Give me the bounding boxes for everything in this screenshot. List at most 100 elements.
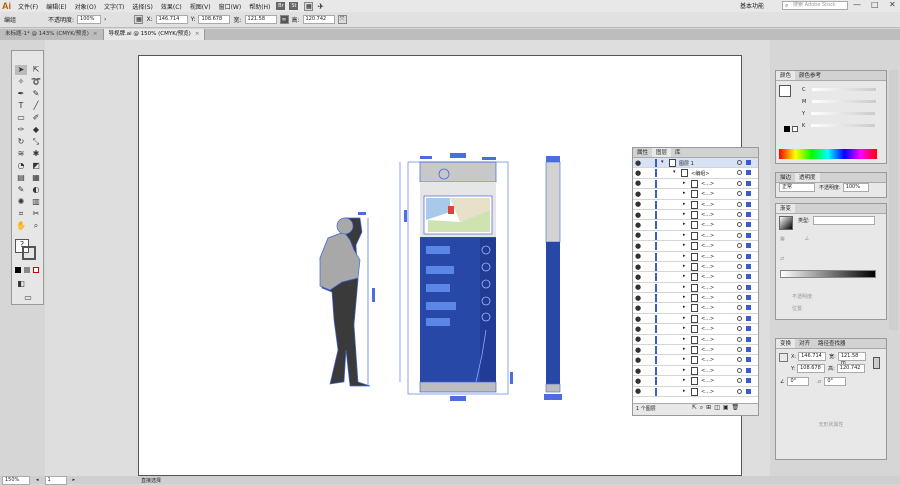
visibility-eye-icon[interactable]: ● bbox=[633, 169, 643, 177]
layer-name[interactable]: <...> bbox=[701, 191, 714, 197]
target-circle-icon[interactable] bbox=[737, 201, 742, 207]
disclosure-triangle-icon[interactable]: ▸ bbox=[683, 315, 686, 321]
target-circle-icon[interactable] bbox=[737, 253, 742, 259]
target-circle-icon[interactable] bbox=[737, 295, 742, 301]
tab-signage[interactable]: 导视牌.ai @ 150% (CMYK/预览) × bbox=[103, 29, 206, 40]
opacity-field[interactable]: 100% bbox=[77, 15, 102, 24]
artboard-tool-icon[interactable]: ⌗ bbox=[15, 209, 27, 219]
reference-point-icon[interactable] bbox=[779, 353, 788, 362]
selection-square-icon[interactable] bbox=[746, 388, 751, 394]
disclosure-triangle-icon[interactable]: ▸ bbox=[683, 284, 686, 290]
constrain-proportions-icon[interactable] bbox=[873, 357, 880, 369]
tab-properties[interactable]: 属性 bbox=[633, 148, 652, 157]
disclosure-triangle-icon[interactable]: ▸ bbox=[683, 273, 686, 279]
fill-color-swatch[interactable] bbox=[779, 85, 791, 97]
target-circle-icon[interactable] bbox=[737, 347, 742, 353]
tab-align[interactable]: 对齐 bbox=[795, 339, 814, 348]
layer-name[interactable]: <...> bbox=[701, 202, 714, 208]
selection-square-icon[interactable] bbox=[746, 315, 751, 321]
sublayer-row[interactable]: ● ▸ <...> bbox=[633, 189, 758, 200]
visibility-eye-icon[interactable]: ● bbox=[633, 179, 643, 187]
target-circle-icon[interactable] bbox=[737, 367, 742, 373]
draw-mode-icon[interactable]: ◧ bbox=[15, 279, 27, 289]
close-tab-icon[interactable]: × bbox=[195, 31, 200, 37]
menu-help[interactable]: 帮助(H) bbox=[245, 2, 274, 11]
sublayer-row[interactable]: ● ▸ <...> bbox=[633, 355, 758, 366]
direct-selection-tool-icon[interactable]: ⇱ bbox=[30, 65, 42, 75]
target-circle-icon[interactable] bbox=[737, 243, 742, 249]
sublayer-row[interactable]: ● ▸ <...> bbox=[633, 241, 758, 252]
sublayer-row[interactable]: ● ▸ <...> bbox=[633, 376, 758, 387]
sublayer-row[interactable]: ● ▸ <...> bbox=[633, 387, 758, 397]
tab-libraries[interactable]: 库 bbox=[671, 148, 685, 157]
color-mode-icon[interactable] bbox=[15, 267, 21, 273]
selection-square-icon[interactable] bbox=[746, 191, 751, 197]
visibility-eye-icon[interactable]: ● bbox=[633, 325, 643, 333]
selection-square-icon[interactable] bbox=[746, 232, 751, 238]
layer-row[interactable]: ● ▾ 图层 1 bbox=[633, 158, 758, 169]
disclosure-triangle-icon[interactable]: ▸ bbox=[683, 325, 686, 331]
visibility-eye-icon[interactable]: ● bbox=[633, 190, 643, 198]
layer-name[interactable]: <...> bbox=[701, 264, 714, 270]
disclosure-triangle-icon[interactable]: ▸ bbox=[683, 356, 686, 362]
selection-square-icon[interactable] bbox=[746, 222, 751, 228]
disclosure-triangle-icon[interactable]: ▸ bbox=[683, 211, 686, 217]
layer-name[interactable]: <...> bbox=[701, 181, 714, 187]
yellow-slider[interactable] bbox=[811, 112, 876, 115]
selection-square-icon[interactable] bbox=[746, 243, 751, 249]
selection-tool-icon[interactable]: ➤ bbox=[15, 65, 27, 75]
gradient-type-select[interactable] bbox=[812, 216, 875, 225]
layer-name[interactable]: <...> bbox=[701, 222, 714, 228]
target-circle-icon[interactable] bbox=[737, 180, 742, 186]
visibility-eye-icon[interactable]: ● bbox=[633, 200, 643, 208]
reverse-gradient-icon[interactable]: ⇄ bbox=[780, 256, 784, 262]
sublayer-row[interactable]: ● ▸ <...> bbox=[633, 220, 758, 231]
close-tab-icon[interactable]: × bbox=[93, 31, 98, 37]
layer-name[interactable]: <...> bbox=[701, 347, 714, 353]
visibility-eye-icon[interactable]: ● bbox=[633, 387, 643, 395]
visibility-eye-icon[interactable]: ● bbox=[633, 304, 643, 312]
disclosure-triangle-icon[interactable]: ▸ bbox=[683, 242, 686, 248]
visibility-eye-icon[interactable]: ● bbox=[633, 221, 643, 229]
sublayer-row[interactable]: ● ▸ <...> bbox=[633, 272, 758, 283]
layer-name[interactable]: 图层 1 bbox=[679, 160, 694, 167]
tab-transparency[interactable]: 透明度 bbox=[795, 173, 820, 182]
menu-type[interactable]: 文字(T) bbox=[100, 2, 128, 11]
layer-name[interactable]: <...> bbox=[701, 378, 714, 384]
layer-name[interactable]: <...> bbox=[701, 326, 714, 332]
workspace-switcher[interactable]: 基本功能 bbox=[740, 1, 764, 10]
disclosure-triangle-icon[interactable]: ▸ bbox=[683, 294, 686, 300]
visibility-eye-icon[interactable]: ● bbox=[633, 335, 643, 343]
layer-name[interactable]: <...> bbox=[701, 295, 714, 301]
menu-object[interactable]: 对象(O) bbox=[71, 2, 100, 11]
group-row[interactable]: ● ▾ <编组> bbox=[633, 168, 758, 179]
layer-name[interactable]: <...> bbox=[701, 316, 714, 322]
selection-square-icon[interactable] bbox=[746, 367, 751, 373]
disclosure-triangle-icon[interactable]: ▾ bbox=[673, 169, 676, 175]
artboard-number[interactable]: 1 bbox=[44, 475, 67, 485]
visibility-eye-icon[interactable]: ● bbox=[633, 252, 643, 260]
visibility-eye-icon[interactable]: ● bbox=[633, 377, 643, 385]
visibility-eye-icon[interactable]: ● bbox=[633, 159, 643, 167]
disclosure-triangle-icon[interactable]: ▾ bbox=[661, 159, 664, 165]
layer-name[interactable]: <...> bbox=[701, 243, 714, 249]
artwork[interactable] bbox=[300, 150, 570, 405]
layer-name[interactable]: <...> bbox=[701, 389, 714, 395]
zoom-tool-icon[interactable]: ⌕ bbox=[30, 221, 42, 231]
sublayer-row[interactable]: ● ▸ <...> bbox=[633, 179, 758, 190]
layer-name[interactable]: <...> bbox=[701, 274, 714, 280]
selection-square-icon[interactable] bbox=[746, 347, 751, 353]
tab-color-guide[interactable]: 颜色参考 bbox=[795, 71, 825, 80]
sublayer-row[interactable]: ● ▸ <...> bbox=[633, 231, 758, 242]
menu-file[interactable]: 文件(F) bbox=[14, 2, 42, 11]
shear-field[interactable]: 0° bbox=[824, 377, 847, 386]
sublayer-row[interactable]: ● ▸ <...> bbox=[633, 252, 758, 262]
sublayer-row[interactable]: ● ▸ <...> bbox=[633, 283, 758, 294]
scale-tool-icon[interactable]: ⤡ bbox=[30, 137, 42, 147]
disclosure-triangle-icon[interactable]: ▸ bbox=[683, 367, 686, 373]
layer-name[interactable]: <编组> bbox=[691, 170, 709, 177]
symbol-sprayer-tool-icon[interactable]: ✺ bbox=[15, 197, 27, 207]
layer-name[interactable]: <...> bbox=[701, 212, 714, 218]
selection-square-icon[interactable] bbox=[746, 263, 751, 269]
width-tool-icon[interactable]: ≋ bbox=[15, 149, 27, 159]
